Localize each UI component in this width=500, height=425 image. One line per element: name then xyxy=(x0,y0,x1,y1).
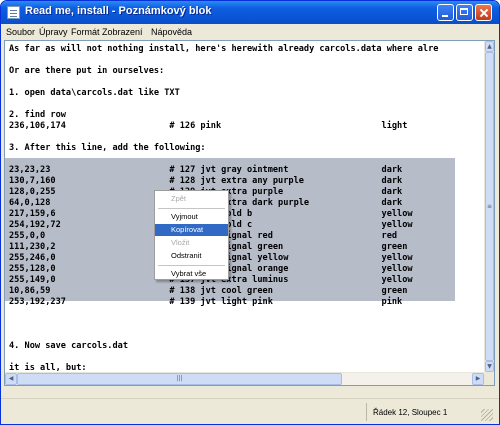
text-line: 3. After this line, add the following: xyxy=(9,143,206,153)
text-line: 1. open data\carcols.dat like TXT xyxy=(9,88,180,98)
text-area[interactable]: As far as will not nothing install, here… xyxy=(5,41,485,372)
status-divider xyxy=(366,403,367,421)
context-menu-item: Zpět xyxy=(171,194,187,203)
menu-bar: Soubor Úpravy Formát Zobrazení Nápověda xyxy=(1,24,499,40)
text-line: Or are there put in ourselves: xyxy=(9,66,165,76)
text-line: 253,192,237 # 139 jvt light pink pink xyxy=(9,297,403,307)
context-menu-item[interactable]: Odstranit xyxy=(155,250,228,262)
scroll-up-button[interactable]: ▲ xyxy=(485,41,494,52)
text-line: 4. Now save carcols.dat xyxy=(9,341,128,351)
text-line: As far as will not nothing install, here… xyxy=(9,44,439,54)
status-bar: Řádek 12, Sloupec 1 xyxy=(1,398,499,424)
scroll-left-button[interactable]: ◀ xyxy=(5,373,17,385)
scroll-corner xyxy=(484,372,494,385)
text-editor[interactable]: As far as will not nothing install, here… xyxy=(4,40,495,386)
context-menu-item[interactable]: Kopírovat xyxy=(155,224,228,236)
scroll-down-button[interactable]: ▼ xyxy=(485,361,494,372)
menu-help[interactable]: Nápověda xyxy=(151,27,192,37)
context-menu-item[interactable]: Vyjmout xyxy=(155,211,228,223)
menu-file[interactable]: Soubor xyxy=(6,27,35,37)
minimize-button[interactable] xyxy=(437,4,454,21)
text-line: 2. find row xyxy=(9,110,66,120)
window-title: Read me, install - Poznámkový blok xyxy=(25,5,212,17)
context-menu-separator xyxy=(158,265,225,266)
scroll-right-button[interactable]: ▶ xyxy=(472,373,484,385)
context-menu-separator xyxy=(158,208,225,209)
text-line: 130,7,160 # 128 jvt extra any purple dar… xyxy=(9,176,403,186)
resize-grip[interactable] xyxy=(481,409,493,421)
menu-edit[interactable]: Úpravy xyxy=(39,27,68,37)
context-menu-item: Vložit xyxy=(171,238,190,247)
scroll-thumb[interactable]: ≡ xyxy=(485,52,494,361)
notepad-window: Read me, install - Poznámkový blok Soubo… xyxy=(0,0,500,425)
title-bar[interactable]: Read me, install - Poznámkový blok xyxy=(1,1,499,24)
text-line: it is all, but: xyxy=(9,363,87,372)
text-line: 236,106,174 # 126 pink light xyxy=(9,121,408,131)
maximize-button[interactable] xyxy=(456,4,473,21)
text-line: 23,23,23 # 127 jvt gray ointment dark xyxy=(9,165,403,175)
horizontal-scroll-thumb[interactable]: ||| xyxy=(17,373,342,385)
menu-view[interactable]: Zobrazení xyxy=(102,27,143,37)
close-button[interactable] xyxy=(475,4,492,21)
context-menu: Zpět Vyjmout Kopírovat Vložit Odstranit Vybra… xyxy=(154,190,229,280)
horizontal-scrollbar[interactable]: ◀ ||| ▶ xyxy=(5,372,484,385)
menu-format[interactable]: Formát xyxy=(71,27,100,37)
context-menu-item[interactable]: Vybrat vše xyxy=(155,268,228,280)
vertical-scrollbar[interactable]: ▲ ≡ ▼ xyxy=(484,41,494,372)
text-line: 10,86,59 # 138 jvt cool green green xyxy=(9,286,408,296)
cursor-position: Řádek 12, Sloupec 1 xyxy=(373,408,448,417)
notepad-icon xyxy=(7,6,20,19)
